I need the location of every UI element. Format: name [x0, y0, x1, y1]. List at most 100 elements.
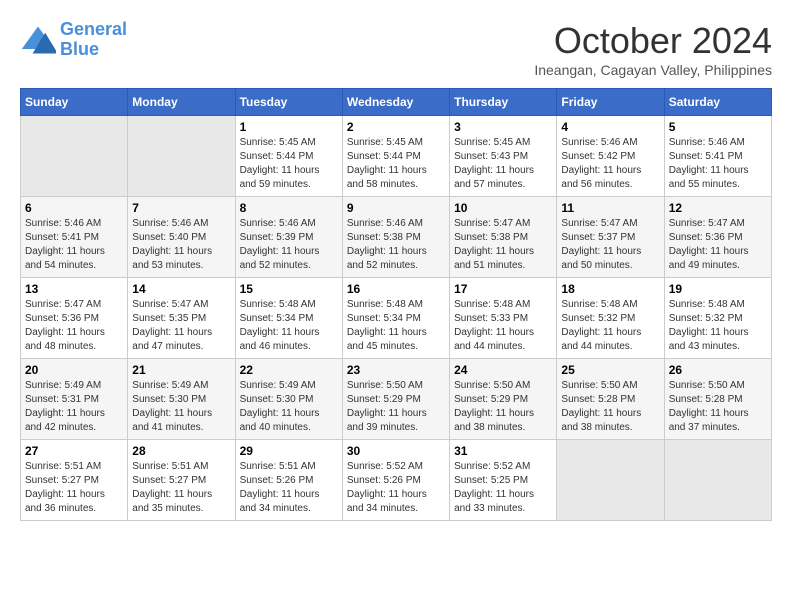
logo-text: General Blue	[60, 20, 127, 60]
day-info: Sunrise: 5:52 AMSunset: 5:26 PMDaylight:…	[347, 460, 445, 516]
calendar-cell: 6 Sunrise: 5:46 AMSunset: 5:41 PMDaylight…	[21, 197, 128, 278]
calendar-cell: 29 Sunrise: 5:51 AMSunset: 5:26 PMDayligh…	[235, 440, 342, 521]
title-area: October 2024 Ineangan, Cagayan Valley, P…	[534, 20, 772, 78]
day-info: Sunrise: 5:48 AMSunset: 5:32 PMDaylight:…	[561, 298, 659, 354]
header-day-friday: Friday	[557, 89, 664, 116]
day-number: 5	[669, 120, 767, 134]
calendar-cell: 30 Sunrise: 5:52 AMSunset: 5:26 PMDayligh…	[342, 440, 449, 521]
month-title: October 2024	[534, 20, 772, 62]
day-info: Sunrise: 5:47 AMSunset: 5:36 PMDaylight:…	[25, 298, 123, 354]
day-number: 31	[454, 444, 552, 458]
day-number: 19	[669, 282, 767, 296]
calendar-cell: 25Sunrise: 5:50 AMSunset: 5:28 PMDayligh…	[557, 359, 664, 440]
calendar-cell: 13Sunrise: 5:47 AMSunset: 5:36 PMDayligh…	[21, 278, 128, 359]
day-number: 8	[240, 201, 338, 215]
calendar-cell: 15 Sunrise: 5:48 AMSunset: 5:34 PMDayligh…	[235, 278, 342, 359]
calendar-header-row: SundayMondayTuesdayWednesdayThursdayFrid…	[21, 89, 772, 116]
calendar-week-0: 1 Sunrise: 5:45 AMSunset: 5:44 PMDaylight…	[21, 116, 772, 197]
day-number: 22	[240, 363, 338, 377]
calendar-week-4: 27 Sunrise: 5:51 AMSunset: 5:27 PMDayligh…	[21, 440, 772, 521]
calendar-week-1: 6 Sunrise: 5:46 AMSunset: 5:41 PMDaylight…	[21, 197, 772, 278]
calendar-cell: 5 Sunrise: 5:46 AMSunset: 5:41 PMDaylight…	[664, 116, 771, 197]
logo-icon	[20, 22, 56, 58]
day-number: 25	[561, 363, 659, 377]
logo-line1: General	[60, 19, 127, 39]
calendar-cell: 16Sunrise: 5:48 AMSunset: 5:34 PMDayligh…	[342, 278, 449, 359]
day-info: Sunrise: 5:47 AMSunset: 5:38 PMDaylight:…	[454, 217, 552, 273]
day-number: 30	[347, 444, 445, 458]
day-number: 6	[25, 201, 123, 215]
day-number: 1	[240, 120, 338, 134]
day-number: 26	[669, 363, 767, 377]
day-info: Sunrise: 5:50 AMSunset: 5:28 PMDaylight:…	[669, 379, 767, 435]
day-number: 4	[561, 120, 659, 134]
day-number: 20	[25, 363, 123, 377]
calendar-cell: 28Sunrise: 5:51 AMSunset: 5:27 PMDayligh…	[128, 440, 235, 521]
calendar-cell: 18 Sunrise: 5:48 AMSunset: 5:32 PMDayligh…	[557, 278, 664, 359]
day-number: 15	[240, 282, 338, 296]
day-number: 3	[454, 120, 552, 134]
header-day-saturday: Saturday	[664, 89, 771, 116]
day-info: Sunrise: 5:48 AMSunset: 5:34 PMDaylight:…	[347, 298, 445, 354]
calendar-cell: 31 Sunrise: 5:52 AMSunset: 5:25 PMDayligh…	[450, 440, 557, 521]
day-info: Sunrise: 5:47 AMSunset: 5:36 PMDaylight:…	[669, 217, 767, 273]
day-info: Sunrise: 5:51 AMSunset: 5:26 PMDaylight:…	[240, 460, 338, 516]
logo-line2: Blue	[60, 39, 99, 59]
day-info: Sunrise: 5:48 AMSunset: 5:32 PMDaylight:…	[669, 298, 767, 354]
day-number: 21	[132, 363, 230, 377]
day-info: Sunrise: 5:49 AMSunset: 5:30 PMDaylight:…	[240, 379, 338, 435]
subtitle: Ineangan, Cagayan Valley, Philippines	[534, 62, 772, 78]
calendar-cell: 7 Sunrise: 5:46 AMSunset: 5:40 PMDaylight…	[128, 197, 235, 278]
day-info: Sunrise: 5:52 AMSunset: 5:25 PMDaylight:…	[454, 460, 552, 516]
calendar-cell: 4Sunrise: 5:46 AMSunset: 5:42 PMDaylight…	[557, 116, 664, 197]
day-info: Sunrise: 5:50 AMSunset: 5:29 PMDaylight:…	[347, 379, 445, 435]
day-number: 7	[132, 201, 230, 215]
day-number: 18	[561, 282, 659, 296]
calendar-cell	[128, 116, 235, 197]
day-info: Sunrise: 5:45 AMSunset: 5:44 PMDaylight:…	[240, 136, 338, 192]
calendar-cell: 24Sunrise: 5:50 AMSunset: 5:29 PMDayligh…	[450, 359, 557, 440]
header-day-wednesday: Wednesday	[342, 89, 449, 116]
day-info: Sunrise: 5:47 AMSunset: 5:37 PMDaylight:…	[561, 217, 659, 273]
day-number: 29	[240, 444, 338, 458]
day-info: Sunrise: 5:49 AMSunset: 5:31 PMDaylight:…	[25, 379, 123, 435]
calendar-cell: 1 Sunrise: 5:45 AMSunset: 5:44 PMDaylight…	[235, 116, 342, 197]
calendar-cell	[21, 116, 128, 197]
header-day-monday: Monday	[128, 89, 235, 116]
header: General Blue October 2024 Ineangan, Caga…	[20, 20, 772, 78]
day-number: 2	[347, 120, 445, 134]
day-info: Sunrise: 5:47 AMSunset: 5:35 PMDaylight:…	[132, 298, 230, 354]
calendar-cell: 26 Sunrise: 5:50 AMSunset: 5:28 PMDayligh…	[664, 359, 771, 440]
day-number: 23	[347, 363, 445, 377]
day-info: Sunrise: 5:51 AMSunset: 5:27 PMDaylight:…	[25, 460, 123, 516]
day-info: Sunrise: 5:46 AMSunset: 5:40 PMDaylight:…	[132, 217, 230, 273]
calendar-table: SundayMondayTuesdayWednesdayThursdayFrid…	[20, 88, 772, 521]
calendar-cell: 3 Sunrise: 5:45 AMSunset: 5:43 PMDaylight…	[450, 116, 557, 197]
header-day-sunday: Sunday	[21, 89, 128, 116]
calendar-cell: 23 Sunrise: 5:50 AMSunset: 5:29 PMDayligh…	[342, 359, 449, 440]
day-number: 11	[561, 201, 659, 215]
calendar-cell: 19 Sunrise: 5:48 AMSunset: 5:32 PMDayligh…	[664, 278, 771, 359]
day-info: Sunrise: 5:46 AMSunset: 5:38 PMDaylight:…	[347, 217, 445, 273]
day-info: Sunrise: 5:46 AMSunset: 5:41 PMDaylight:…	[25, 217, 123, 273]
calendar-cell: 8 Sunrise: 5:46 AMSunset: 5:39 PMDaylight…	[235, 197, 342, 278]
day-number: 28	[132, 444, 230, 458]
day-number: 10	[454, 201, 552, 215]
day-info: Sunrise: 5:45 AMSunset: 5:43 PMDaylight:…	[454, 136, 552, 192]
calendar-week-2: 13Sunrise: 5:47 AMSunset: 5:36 PMDayligh…	[21, 278, 772, 359]
calendar-cell: 21Sunrise: 5:49 AMSunset: 5:30 PMDayligh…	[128, 359, 235, 440]
calendar-cell: 14 Sunrise: 5:47 AMSunset: 5:35 PMDayligh…	[128, 278, 235, 359]
day-number: 14	[132, 282, 230, 296]
calendar-cell: 9Sunrise: 5:46 AMSunset: 5:38 PMDaylight…	[342, 197, 449, 278]
day-number: 17	[454, 282, 552, 296]
calendar-cell: 2Sunrise: 5:45 AMSunset: 5:44 PMDaylight…	[342, 116, 449, 197]
day-info: Sunrise: 5:46 AMSunset: 5:39 PMDaylight:…	[240, 217, 338, 273]
day-info: Sunrise: 5:48 AMSunset: 5:34 PMDaylight:…	[240, 298, 338, 354]
calendar-cell: 17 Sunrise: 5:48 AMSunset: 5:33 PMDayligh…	[450, 278, 557, 359]
calendar-cell: 10 Sunrise: 5:47 AMSunset: 5:38 PMDayligh…	[450, 197, 557, 278]
calendar-week-3: 20 Sunrise: 5:49 AMSunset: 5:31 PMDayligh…	[21, 359, 772, 440]
calendar-cell: 22 Sunrise: 5:49 AMSunset: 5:30 PMDayligh…	[235, 359, 342, 440]
day-info: Sunrise: 5:46 AMSunset: 5:41 PMDaylight:…	[669, 136, 767, 192]
day-number: 27	[25, 444, 123, 458]
day-info: Sunrise: 5:48 AMSunset: 5:33 PMDaylight:…	[454, 298, 552, 354]
